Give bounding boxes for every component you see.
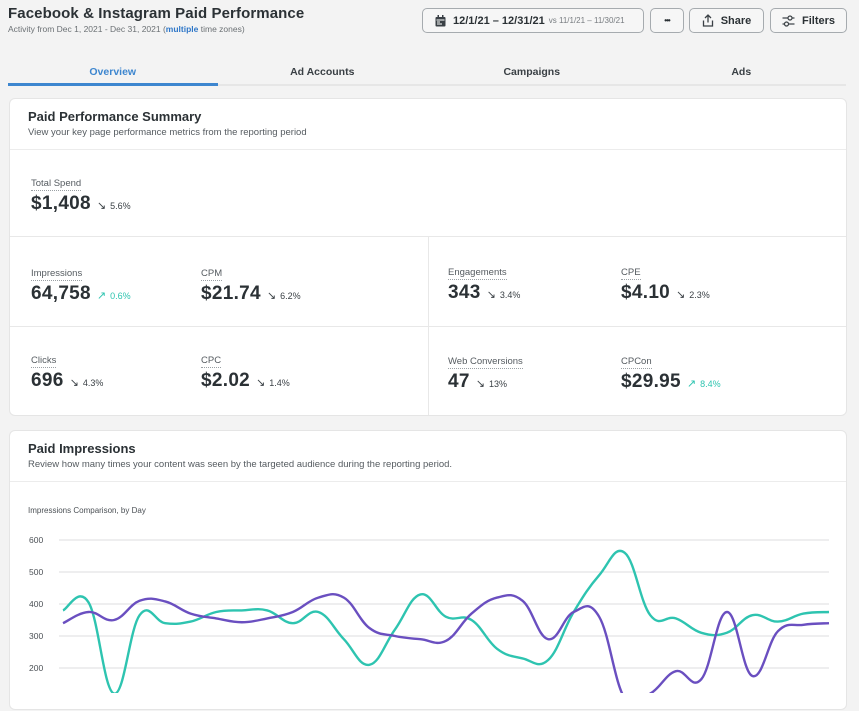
metric-change: 2.3% bbox=[689, 290, 710, 300]
subtitle-text: Activity from Dec 1, 2021 - Dec 31, 2021… bbox=[8, 24, 166, 34]
divider bbox=[10, 326, 846, 327]
paid-impressions-card: Paid Impressions Review how many times y… bbox=[9, 430, 847, 710]
multiple-timezones-link[interactable]: multiple bbox=[166, 24, 199, 34]
y-tick-label: 500 bbox=[29, 567, 43, 577]
y-tick-label: 400 bbox=[29, 599, 43, 609]
filters-label: Filters bbox=[801, 14, 835, 27]
more-icon: ••• bbox=[664, 16, 670, 25]
metric-label[interactable]: CPM bbox=[201, 268, 223, 281]
tab-ad-accounts[interactable]: Ad Accounts bbox=[218, 54, 428, 84]
filters-icon bbox=[782, 14, 795, 27]
metric-value: $4.10 bbox=[621, 282, 671, 303]
metric-label[interactable]: Impressions bbox=[31, 268, 83, 281]
page-header: Facebook & Instagram Paid Performance Ac… bbox=[0, 0, 859, 44]
metric-value: 47 bbox=[448, 371, 470, 392]
calendar-icon bbox=[435, 14, 446, 27]
trend-down-icon: ↘ bbox=[256, 377, 266, 389]
metric-value: 64,758 bbox=[31, 283, 91, 304]
metric-value: $2.02 bbox=[201, 370, 251, 391]
metric-label[interactable]: Clicks bbox=[31, 355, 57, 368]
metric-cpm: CPM $21.74 ↘ 6.2% bbox=[201, 263, 301, 305]
share-button[interactable]: Share bbox=[689, 8, 764, 33]
metric-value: $21.74 bbox=[201, 283, 261, 304]
y-tick-label: 600 bbox=[29, 535, 43, 545]
metric-value: 696 bbox=[31, 370, 64, 391]
metric-clicks: Clicks 696 ↘ 4.3% bbox=[31, 350, 103, 392]
trend-down-icon: ↘ bbox=[475, 378, 485, 390]
subtitle-suffix: time zones) bbox=[198, 24, 245, 34]
date-range-button[interactable]: 12/1/21 – 12/31/21 vs 11/1/21 – 11/30/21 bbox=[422, 8, 644, 33]
metric-engagements: Engagements 343 ↘ 3.4% bbox=[448, 262, 520, 304]
metric-value: 343 bbox=[448, 282, 481, 303]
page-subtitle: Activity from Dec 1, 2021 - Dec 31, 2021… bbox=[8, 24, 245, 34]
metric-change: 0.6% bbox=[110, 291, 131, 301]
series-line-current-period[interactable] bbox=[62, 592, 830, 705]
metric-change: 3.4% bbox=[499, 290, 521, 300]
tab-campaigns[interactable]: Campaigns bbox=[427, 54, 637, 84]
metric-label[interactable]: CPCon bbox=[621, 356, 652, 369]
page-title: Facebook & Instagram Paid Performance bbox=[8, 5, 305, 22]
metric-label[interactable]: CPE bbox=[621, 267, 641, 280]
metric-change: 13% bbox=[488, 379, 507, 389]
metric-value: $1,408 bbox=[31, 193, 91, 214]
tab-bar: Overview Ad Accounts Campaigns Ads bbox=[8, 54, 846, 86]
metric-value: $29.95 bbox=[621, 371, 681, 392]
metric-label[interactable]: Engagements bbox=[448, 267, 507, 280]
metric-label[interactable]: Total Spend bbox=[31, 178, 82, 191]
metric-change: 6.2% bbox=[280, 291, 301, 301]
share-icon bbox=[702, 14, 714, 27]
trend-down-icon: ↘ bbox=[69, 377, 79, 389]
filters-button[interactable]: Filters bbox=[770, 8, 847, 33]
metric-change: 5.6% bbox=[110, 201, 131, 211]
metric-web-conversions: Web Conversions 47 ↘ 13% bbox=[448, 351, 523, 393]
trend-down-icon: ↘ bbox=[266, 290, 277, 302]
metric-change: 4.3% bbox=[82, 378, 104, 388]
card-title: Paid Performance Summary bbox=[28, 109, 202, 124]
compare-range-text: vs 11/1/21 – 11/30/21 bbox=[548, 16, 625, 25]
trend-down-icon: ↘ bbox=[486, 289, 496, 301]
metric-impressions: Impressions 64,758 ↗ 0.6% bbox=[31, 263, 131, 305]
metric-change: 1.4% bbox=[269, 378, 290, 388]
metric-label[interactable]: CPC bbox=[201, 355, 222, 368]
share-label: Share bbox=[720, 14, 752, 27]
y-tick-label: 300 bbox=[29, 631, 43, 641]
card-header: Paid Performance Summary View your key p… bbox=[10, 99, 846, 150]
y-tick-label: 200 bbox=[29, 663, 43, 673]
metric-cpc: CPC $2.02 ↘ 1.4% bbox=[201, 350, 290, 392]
metric-cpcon: CPCon $29.95 ↗ 8.4% bbox=[621, 351, 721, 393]
impressions-line-chart: 600 500 400 300 200 bbox=[29, 535, 830, 705]
metric-change: 8.4% bbox=[700, 379, 721, 389]
metric-cpe: CPE $4.10 ↘ 2.3% bbox=[621, 262, 710, 304]
card-description: View your key page performance metrics f… bbox=[28, 127, 307, 138]
metric-label[interactable]: Web Conversions bbox=[448, 356, 523, 369]
trend-down-icon: ↘ bbox=[96, 200, 107, 212]
trend-down-icon: ↘ bbox=[676, 289, 686, 301]
tab-overview[interactable]: Overview bbox=[8, 54, 218, 86]
paid-performance-summary-card: Paid Performance Summary View your key p… bbox=[9, 98, 847, 416]
trend-up-icon: ↗ bbox=[686, 378, 697, 390]
metric-total-spend: Total Spend $1,408 ↘ 5.6% bbox=[31, 173, 131, 215]
date-range-text: 12/1/21 – 12/31/21 bbox=[453, 14, 545, 27]
tab-ads[interactable]: Ads bbox=[637, 54, 847, 84]
more-options-button[interactable]: ••• bbox=[650, 8, 684, 33]
trend-up-icon: ↗ bbox=[96, 290, 107, 302]
